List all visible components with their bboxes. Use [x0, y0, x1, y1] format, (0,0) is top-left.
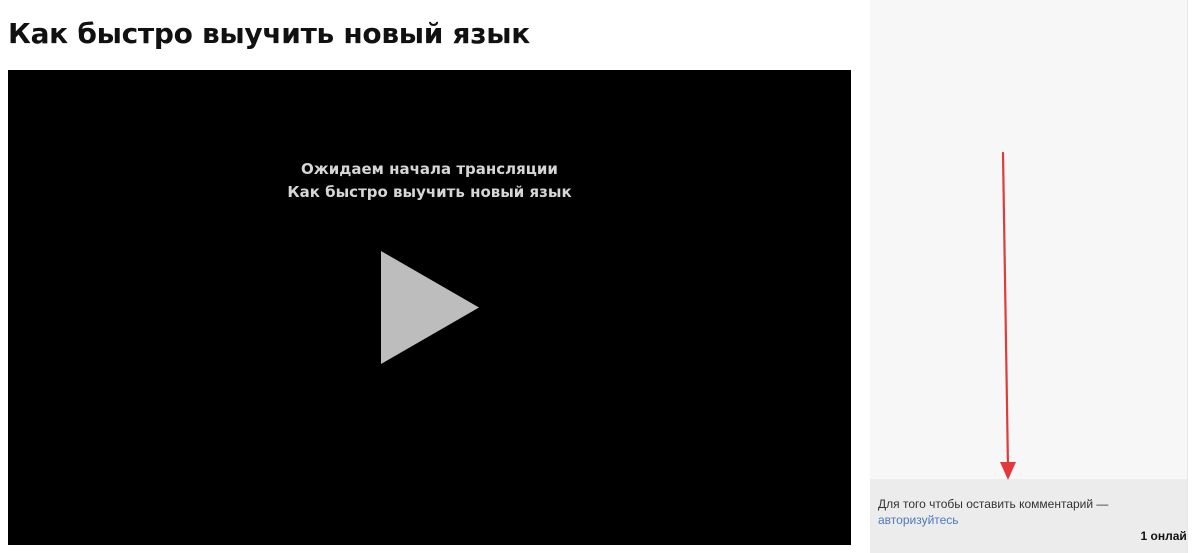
stream-page: Как быстро выучить новый язык Ожидаем на… [0, 0, 1199, 553]
comments-list[interactable] [870, 0, 1187, 479]
login-prompt: Для того чтобы оставить комментарий — ав… [878, 496, 1178, 528]
player-status-line: Ожидаем начала трансляции [301, 160, 558, 178]
play-icon[interactable] [381, 251, 479, 364]
player-stream-title: Как быстро выучить новый язык [287, 183, 572, 201]
chat-sidebar: Для того чтобы оставить комментарий — ав… [870, 0, 1194, 553]
page-scrollbar[interactable] [1187, 0, 1199, 553]
login-prompt-text: Для того чтобы оставить комментарий — [878, 497, 1109, 511]
player-status-message: Ожидаем начала трансляции Как быстро выу… [8, 158, 851, 204]
arrow-down-icon [1000, 151, 1016, 480]
page-title: Как быстро выучить новый язык [8, 17, 530, 50]
online-count: 1 онлайн [1140, 529, 1194, 543]
login-link[interactable]: авторизуйтесь [878, 513, 959, 527]
comment-footer: Для того чтобы оставить комментарий — ав… [870, 479, 1194, 553]
video-player[interactable]: Ожидаем начала трансляции Как быстро выу… [8, 70, 851, 545]
